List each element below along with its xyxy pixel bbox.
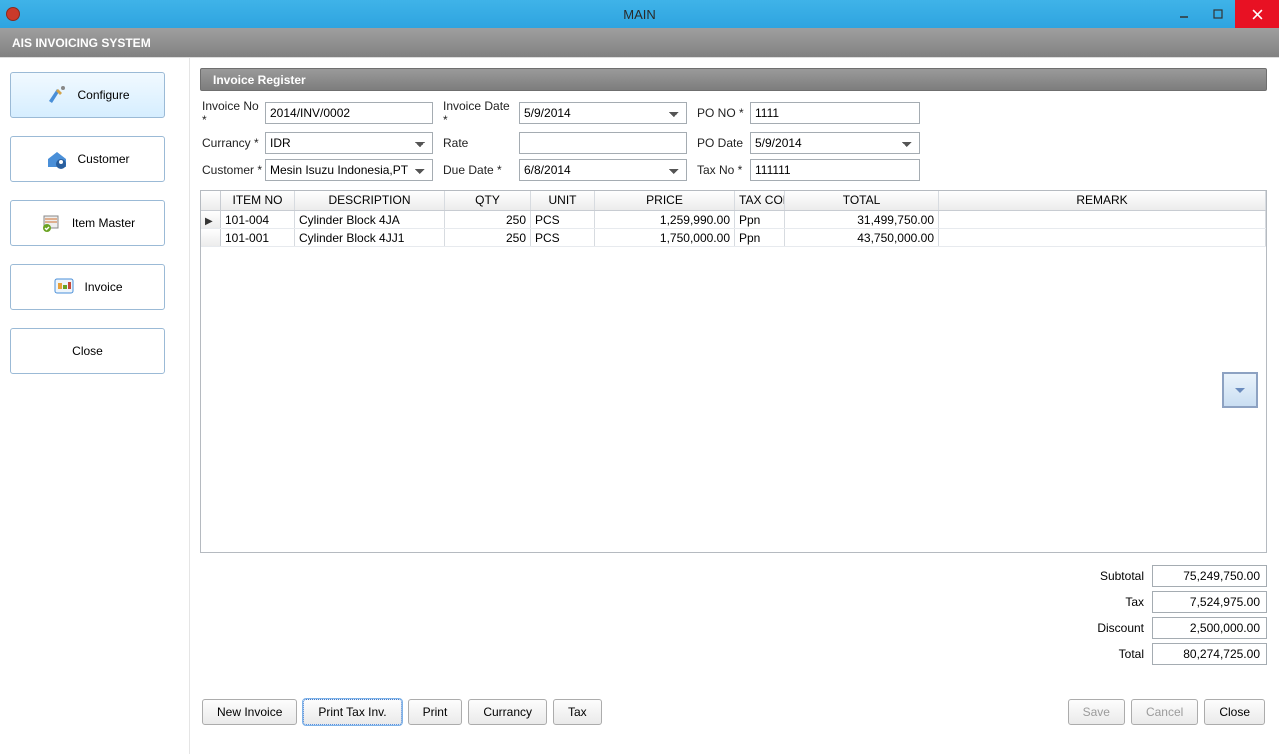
col-qty[interactable]: QTY: [445, 191, 531, 210]
tax-total-label: Tax: [1125, 595, 1144, 609]
sidebar-item-item-master[interactable]: Item Master: [10, 200, 165, 246]
sidebar-item-customer[interactable]: Customer: [10, 136, 165, 182]
po-date-label: PO Date: [697, 136, 750, 150]
cell-qty[interactable]: 250: [445, 229, 531, 246]
window-controls: [1167, 0, 1279, 28]
cell-item-no[interactable]: 101-001: [221, 229, 295, 246]
invoice-no-field[interactable]: [265, 102, 433, 124]
due-date-field[interactable]: 6/8/2014: [519, 159, 687, 181]
due-date-label: Due Date *: [443, 163, 519, 177]
customer-label: Customer *: [202, 163, 265, 177]
grid-header-row: ITEM NO DESCRIPTION QTY UNIT PRICE TAX C…: [201, 191, 1266, 211]
col-price[interactable]: PRICE: [595, 191, 735, 210]
currency-button[interactable]: Currancy: [468, 699, 547, 725]
cell-total[interactable]: 43,750,000.00: [785, 229, 939, 246]
rate-label: Rate: [443, 136, 519, 150]
sidebar-item-label: Item Master: [72, 216, 135, 230]
grand-total-label: Total: [1119, 647, 1144, 661]
grand-total-field: [1152, 643, 1267, 665]
print-tax-invoice-button[interactable]: Print Tax Inv.: [303, 699, 401, 725]
discount-label: Discount: [1097, 621, 1144, 635]
rate-field[interactable]: [519, 132, 687, 154]
tax-no-field[interactable]: [750, 159, 920, 181]
cell-remark[interactable]: [939, 211, 1266, 228]
sidebar-item-label: Configure: [77, 88, 129, 102]
ribbon-header: AIS INVOICING SYSTEM: [0, 28, 1279, 57]
invoice-date-field[interactable]: 5/9/2014: [519, 102, 687, 124]
maximize-button[interactable]: [1201, 0, 1235, 28]
save-button: Save: [1068, 699, 1125, 725]
main-panel: Invoice Register Invoice No * Invoice Da…: [190, 58, 1279, 754]
col-unit[interactable]: UNIT: [531, 191, 595, 210]
subtotal-field: [1152, 565, 1267, 587]
close-window-button[interactable]: [1235, 0, 1279, 28]
invoice-icon: [52, 275, 76, 299]
app-title: AIS INVOICING SYSTEM: [12, 36, 151, 50]
cell-description[interactable]: Cylinder Block 4JJ1: [295, 229, 445, 246]
invoice-form: Invoice No * Invoice Date * 5/9/2014 PO …: [200, 97, 1267, 190]
cell-description[interactable]: Cylinder Block 4JA: [295, 211, 445, 228]
po-no-field[interactable]: [750, 102, 920, 124]
col-total[interactable]: TOTAL: [785, 191, 939, 210]
table-row[interactable]: 101-001 Cylinder Block 4JJ1 250 PCS 1,75…: [201, 229, 1266, 247]
col-item-no[interactable]: ITEM NO: [221, 191, 295, 210]
cell-qty[interactable]: 250: [445, 211, 531, 228]
table-row[interactable]: ▶ 101-004 Cylinder Block 4JA 250 PCS 1,2…: [201, 211, 1266, 229]
subtotal-label: Subtotal: [1100, 569, 1144, 583]
configure-icon: [45, 83, 69, 107]
cell-price[interactable]: 1,259,990.00: [595, 211, 735, 228]
sidebar-item-label: Invoice: [84, 280, 122, 294]
discount-field[interactable]: [1152, 617, 1267, 639]
window-title: MAIN: [623, 7, 656, 22]
tax-total-field: [1152, 591, 1267, 613]
footer-toolbar: New Invoice Print Tax Inv. Print Curranc…: [200, 699, 1267, 725]
sidebar-item-label: Customer: [77, 152, 129, 166]
cell-tax-code[interactable]: Ppn: [735, 229, 785, 246]
cell-item-no[interactable]: 101-004: [221, 211, 295, 228]
col-description[interactable]: DESCRIPTION: [295, 191, 445, 210]
cell-total[interactable]: 31,499,750.00: [785, 211, 939, 228]
row-indicator-icon: ▶: [201, 211, 221, 228]
app-icon: [6, 7, 20, 21]
cell-price[interactable]: 1,750,000.00: [595, 229, 735, 246]
sidebar-item-close[interactable]: Close: [10, 328, 165, 374]
workspace: Configure Customer Item Master Invoice C…: [0, 57, 1279, 754]
items-grid[interactable]: ITEM NO DESCRIPTION QTY UNIT PRICE TAX C…: [200, 190, 1267, 553]
totals-panel: Subtotal Tax Discount Total: [967, 565, 1267, 669]
new-invoice-button[interactable]: New Invoice: [202, 699, 297, 725]
titlebar: MAIN: [0, 0, 1279, 28]
tax-no-label: Tax No *: [697, 163, 750, 177]
tax-button[interactable]: Tax: [553, 699, 602, 725]
col-tax-code[interactable]: TAX COD: [735, 191, 785, 210]
customer-field[interactable]: Mesin Isuzu Indonesia,PT: [265, 159, 433, 181]
scroll-down-button[interactable]: [1222, 372, 1258, 408]
sidebar-item-configure[interactable]: Configure: [10, 72, 165, 118]
currency-field[interactable]: IDR: [265, 132, 433, 154]
item-master-icon: [40, 211, 64, 235]
cell-tax-code[interactable]: Ppn: [735, 211, 785, 228]
print-button[interactable]: Print: [408, 699, 463, 725]
row-indicator-icon: [201, 229, 221, 246]
close-button[interactable]: Close: [1204, 699, 1265, 725]
sidebar: Configure Customer Item Master Invoice C…: [0, 58, 190, 754]
invoice-no-label: Invoice No *: [202, 99, 265, 127]
col-remark[interactable]: REMARK: [939, 191, 1266, 210]
po-no-label: PO NO *: [697, 106, 750, 120]
panel-title: Invoice Register: [200, 68, 1267, 91]
cell-remark[interactable]: [939, 229, 1266, 246]
cell-unit[interactable]: PCS: [531, 211, 595, 228]
grid-row-header: [201, 191, 221, 210]
minimize-button[interactable]: [1167, 0, 1201, 28]
customer-icon: [45, 147, 69, 171]
sidebar-item-invoice[interactable]: Invoice: [10, 264, 165, 310]
cell-unit[interactable]: PCS: [531, 229, 595, 246]
currency-label: Currancy *: [202, 136, 265, 150]
cancel-button: Cancel: [1131, 699, 1198, 725]
sidebar-item-label: Close: [72, 344, 103, 358]
invoice-date-label: Invoice Date *: [443, 99, 519, 127]
po-date-field[interactable]: 5/9/2014: [750, 132, 920, 154]
